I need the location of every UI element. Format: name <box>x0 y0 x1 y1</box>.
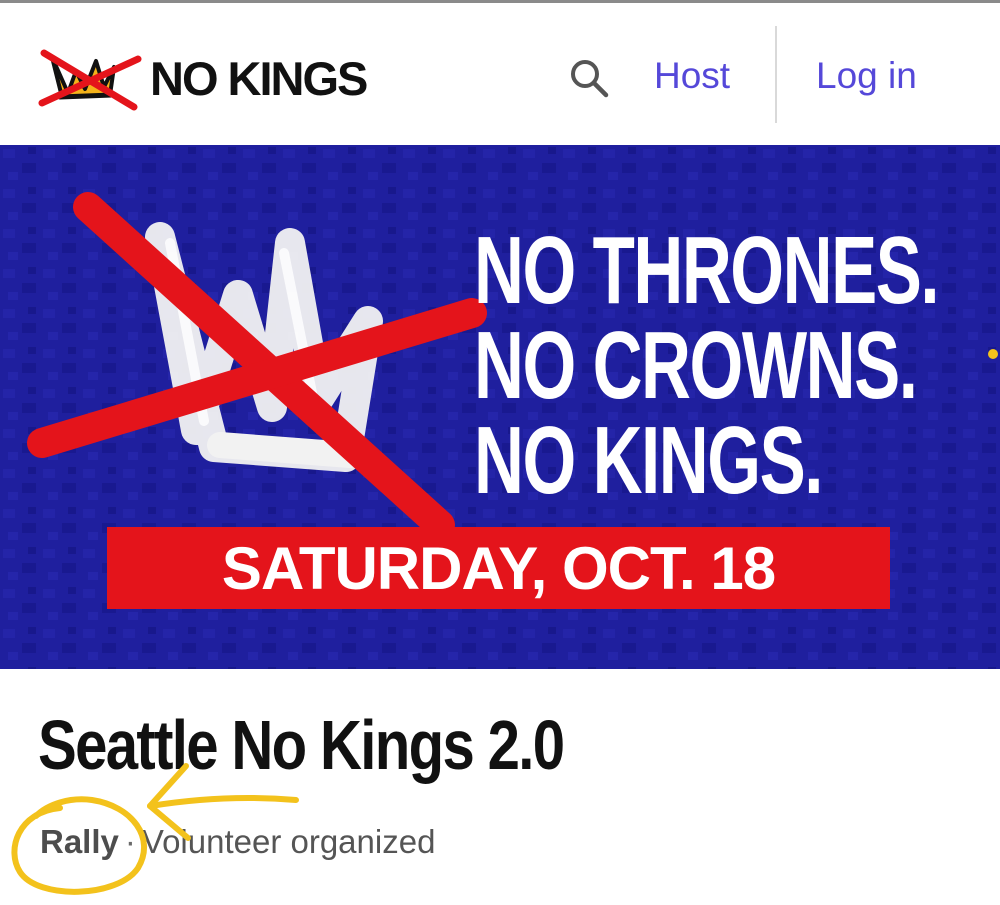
event-title: Seattle No Kings 2.0 <box>38 706 565 784</box>
nav-divider <box>775 26 777 123</box>
site-header: NO KINGS Host Log in <box>0 3 1000 143</box>
organizer-label: Volunteer organized <box>141 823 436 860</box>
login-link[interactable]: Log in <box>816 51 917 101</box>
hero-headline-line-2: NO CROWNS. <box>474 312 918 419</box>
home-logo-link[interactable]: NO KINGS <box>38 43 368 113</box>
event-meta: Rally · Volunteer organized <box>40 822 435 862</box>
hero-headline-line-3: NO KINGS. <box>474 407 823 514</box>
meta-separator: · <box>124 823 136 860</box>
host-link[interactable]: Host <box>654 51 730 101</box>
annotation-arrow-shaft <box>147 795 299 809</box>
date-banner: SATURDAY, OCT. 18 <box>107 527 890 609</box>
event-hero-image: NO THRONES. NO CROWNS. NO KINGS. SATURDA… <box>0 145 1000 669</box>
event-page: NO KINGS Host Log in NO THRONES. NO CROW… <box>0 0 1000 905</box>
search-icon <box>571 60 609 98</box>
logo-wordmark: NO KINGS <box>150 51 368 105</box>
hero-headline-line-1: NO THRONES. <box>474 217 940 324</box>
event-date-text: SATURDAY, OCT. 18 <box>221 534 776 602</box>
event-type-label: Rally <box>40 823 119 860</box>
search-button[interactable] <box>564 53 614 103</box>
crossed-crown-logo-icon <box>38 49 142 111</box>
annotation-dot <box>988 349 998 359</box>
